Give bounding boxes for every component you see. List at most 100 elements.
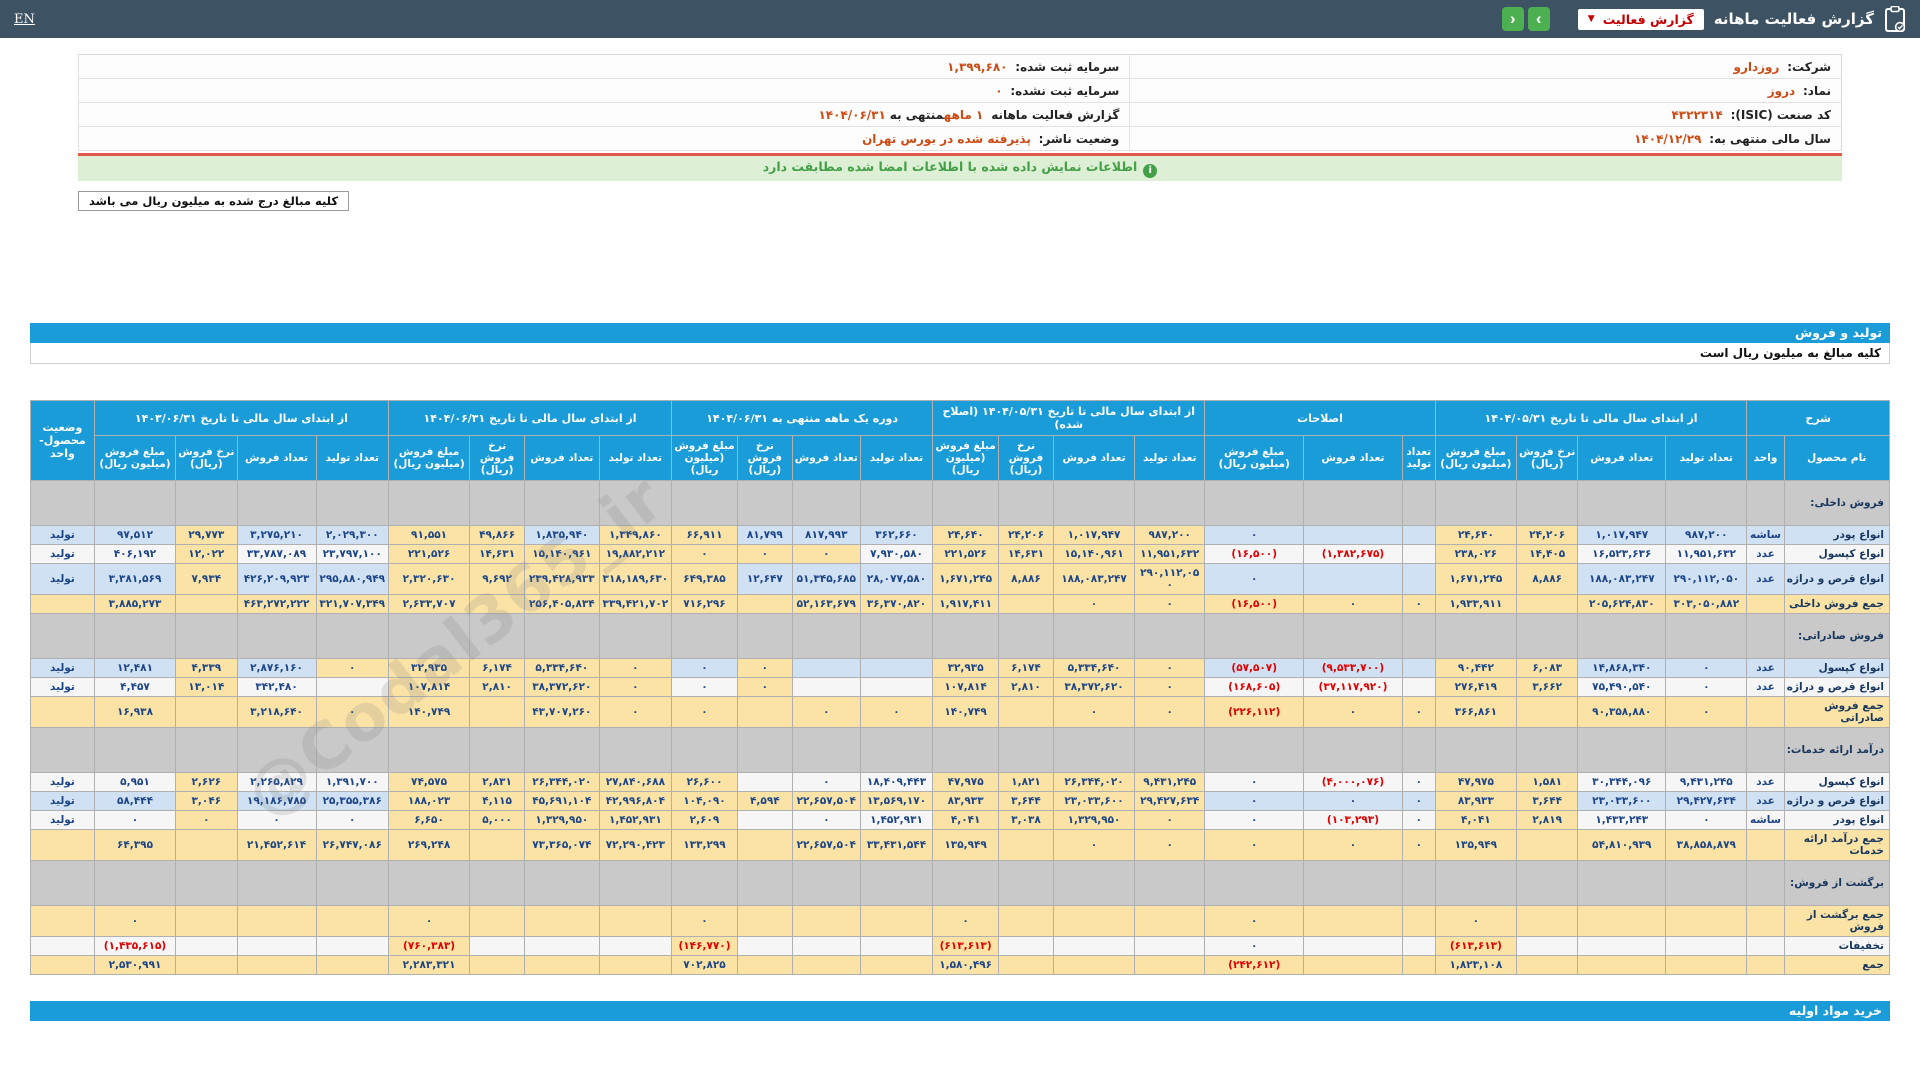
empty-cell [1401,613,1436,659]
empty-cell [598,727,673,773]
info-row: سال مالی منتهی به: ۱۴۰۴/۱۲/۲۹ وضعیت ناشر… [77,126,1842,151]
empty-cell [175,860,238,906]
value-cell [175,955,238,975]
row-label: جمع [1783,955,1891,975]
value-cell: ۳۳,۷۸۷,۰۸۹ [236,544,317,564]
empty-cell [932,727,1000,773]
empty-cell [1515,860,1579,906]
column-header: نرخ فروش (ریال) [175,435,238,481]
status-cell: تولید [30,563,95,595]
table-row: انواع کپسول عدد ۱۱,۹۵۱,۶۳۲ ۱۶,۵۲۳,۶۳۶ ۱۴,۴۰۵… [30,544,1891,564]
empty-cell [1134,727,1206,773]
value-cell: ۸,۸۸۶ [1515,563,1579,595]
value-cell: ۹۸۷,۲۰۰ [1134,525,1206,545]
value-cell [736,772,793,792]
empty-cell [524,860,600,906]
empty-cell [1303,480,1403,526]
value-cell: ۳,۶۶۲ [1515,677,1579,697]
value-cell: ۴۰۶,۱۹۲ [93,544,177,564]
status-cell: تولید [30,772,95,792]
empty-cell [932,613,1000,659]
value-cell [315,955,389,975]
column-header: تعداد تولید [1665,435,1748,481]
value-cell: ۸۱,۷۹۹ [736,525,793,545]
column-group-header: از ابتدای سال مالی تا تاریخ ۱۴۰۳/۰۶/۳۱ [93,400,389,436]
top-bar: EN گزارش فعالیت ماهانه گزارش فعالیت ▼ › … [0,0,1920,38]
value-cell: ۰ [598,658,673,678]
empty-cell [387,480,471,526]
value-cell: ۷۰۲,۸۲۵ [671,955,738,975]
value-cell: ۵۸,۴۴۴ [93,791,177,811]
value-cell [791,936,861,956]
report-type-dropdown[interactable]: گزارش فعالیت ▼ [1577,8,1704,30]
empty-cell [859,860,934,906]
value-cell: ۰ [671,658,738,678]
info-row: شرکت: روزدارو سرمایه ثبت شده: ۱,۳۹۹,۶۸۰ [77,54,1842,79]
column-header: تعداد تولید [1134,435,1206,481]
value-cell [469,696,526,728]
value-cell: ۱۳۵,۹۴۹ [932,829,1000,861]
value-cell [998,829,1054,861]
value-cell [1401,677,1436,697]
row-label: انواع قرص و دراژه [1783,791,1891,811]
value-cell: ۰ [1204,905,1305,937]
value-cell: ۳,۶۴۴ [998,791,1054,811]
value-cell: ۱۹,۸۸۲,۲۱۲ [598,544,673,564]
amounts-note: کلیه مبالغ درج شده به میلیون ریال می باش… [78,191,350,211]
empty-cell [236,480,317,526]
row-label: انواع کپسول [1783,772,1891,792]
empty-cell [1665,860,1748,906]
empty-cell [859,480,934,526]
value-cell: ۰ [671,905,738,937]
value-cell: ۲۵,۳۵۵,۳۸۶ [315,791,389,811]
status-cell: تولید [30,544,95,564]
value-cell: ۱,۵۸۰,۴۹۶ [932,955,1000,975]
empty-cell [598,613,673,659]
value-cell: ۰ [1401,829,1436,861]
empty-cell [932,860,1000,906]
value-cell: ۱۹,۱۸۶,۷۸۵ [236,791,317,811]
value-cell [1515,829,1579,861]
empty-cell [1303,613,1403,659]
prev-report-button[interactable]: ‹ [1501,7,1524,31]
column-header: مبلغ فروش (میلیون ریال) [671,435,738,481]
empty-cell [1134,860,1206,906]
value-cell: ۰ [1134,696,1206,728]
empty-cell [524,480,600,526]
empty-cell [315,860,389,906]
empty-cell [1577,727,1667,773]
unit-cell: عدد [1746,772,1785,792]
value-cell: ۳۲,۹۳۵ [387,658,471,678]
value-cell [175,905,238,937]
next-report-button[interactable]: › [1527,7,1550,31]
value-cell: ۰ [671,696,738,728]
language-en-link[interactable]: EN [14,12,35,27]
value-cell: ۳,۰۳۸ [998,810,1054,830]
value-cell [1303,563,1403,595]
empty-cell [469,480,526,526]
value-cell: ۱۴,۸۶۸,۳۴۰ [1577,658,1667,678]
value-cell [1401,525,1436,545]
row-label: جمع برگشت از فروش [1783,905,1891,937]
value-cell: ۱,۹۳۳,۹۱۱ [1434,594,1517,614]
empty-cell [859,727,934,773]
fiscal-year-cell: سال مالی منتهی به: ۱۴۰۴/۱۲/۲۹ [1129,126,1842,151]
value-cell: ۲۵۶,۴۰۵,۸۳۴ [524,594,600,614]
row-label: انواع قرص و دراژه [1783,563,1891,595]
empty-cell [387,613,471,659]
value-cell: ۰ [1052,829,1136,861]
value-cell: ۲,۵۳۰,۹۹۱ [93,955,177,975]
empty-cell [736,860,793,906]
value-cell: ۰ [1204,791,1305,811]
unit-cell [1746,829,1785,861]
status-cell [30,905,95,937]
column-header: مبلغ فروش (میلیون ریال) [932,435,1000,481]
value-cell: ۱۵,۱۴۰,۹۶۱ [1052,544,1136,564]
empty-cell [1401,860,1436,906]
table-row: انواع پودر ساشه ۹۸۷,۲۰۰ ۱,۰۱۷,۹۴۷ ۲۴,۲۰۶ ۲۴,۶… [30,525,1891,545]
value-cell: ۰ [1303,791,1403,811]
column-header: تعداد تولید [859,435,934,481]
value-cell: ۶۴۹,۳۸۵ [671,563,738,595]
value-cell [1401,544,1436,564]
column-header: نرخ فروش (ریال) [736,435,793,481]
